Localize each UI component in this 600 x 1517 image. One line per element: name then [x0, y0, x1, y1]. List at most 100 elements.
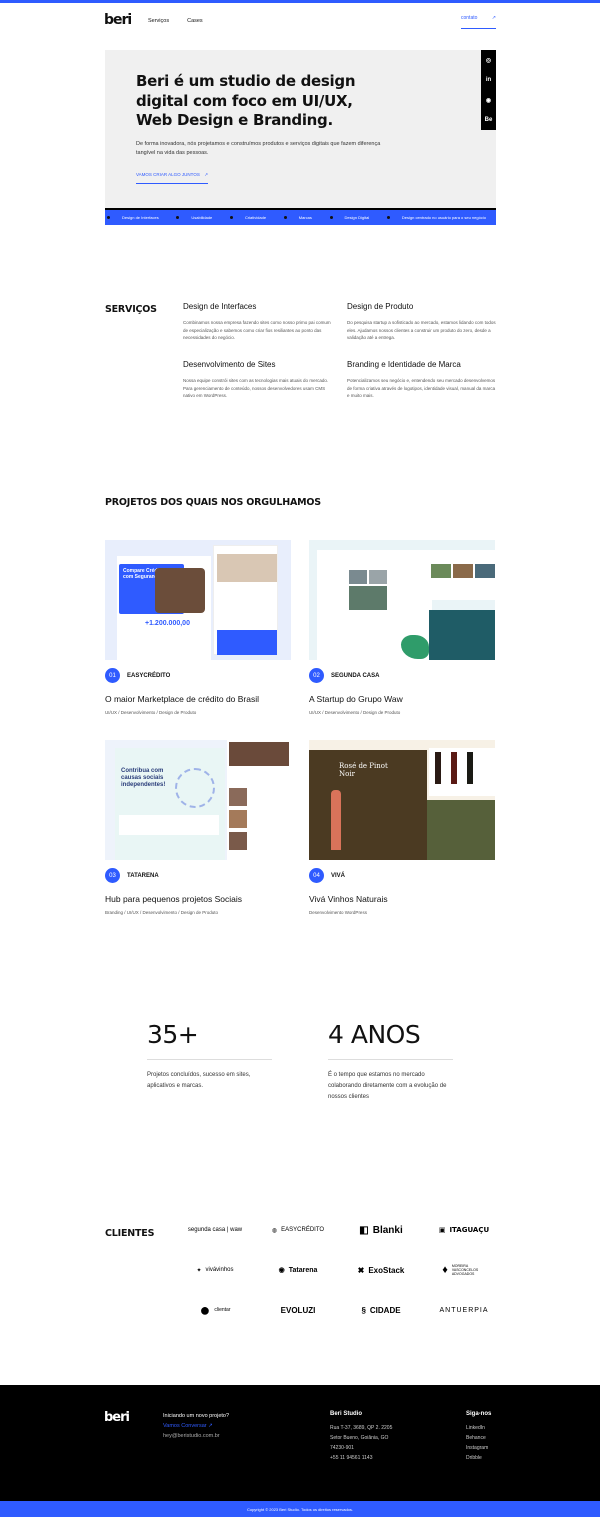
client-logo: ◉ Tatarena: [278, 1266, 318, 1275]
divider: [147, 1059, 272, 1060]
hero-section: Beri é um studio de design digital com f…: [105, 50, 496, 210]
stat-value: 35+: [147, 1020, 199, 1049]
project-name: TATARENA: [127, 873, 159, 879]
easycredito-icon: ◍: [271, 1227, 278, 1234]
client-logo: ◧ Blanki: [359, 1224, 403, 1236]
project-tags: UI/UX / Desenvolvimento / Design de Prod…: [309, 710, 401, 715]
bullet-icon: [107, 216, 110, 220]
clientar-icon: ●: [199, 1299, 211, 1320]
project-card[interactable]: Compare Crédito com Segurança +1.200.000…: [105, 540, 291, 715]
services-ticker: Design de Interfaces Usabilidade Criativ…: [105, 208, 496, 225]
client-logo: ♦ MOREIRA VASCONCELOS ADVOGADOS: [442, 1264, 479, 1276]
stat-value: 4 ANOS: [328, 1020, 421, 1049]
project-image: [309, 540, 495, 660]
project-card[interactable]: 02 SEGUNDA CASA A Startup do Grupo Waw U…: [309, 540, 495, 715]
client-logo: § CIDADE: [361, 1305, 401, 1315]
footer: beri Iniciando um novo projeto? Vamos Co…: [0, 1385, 600, 1501]
moreira-icon: ♦: [442, 1264, 448, 1276]
ticker-item: Design Digital: [329, 215, 369, 220]
footer-instagram-link[interactable]: Instagram: [466, 1443, 491, 1453]
service-item: Design de Produto Do pesquisa startup a …: [347, 302, 497, 342]
projects-title: PROJETOS DOS QUAIS NOS ORGULHAMOS: [105, 497, 321, 508]
client-logo: segunda casa | waw: [187, 1227, 243, 1233]
hero-title: Beri é um studio de design digital com f…: [136, 72, 356, 129]
ticker-item: Criatividade: [229, 215, 266, 220]
address-line: Setor Bueno, Goiânia, GO: [330, 1435, 389, 1441]
client-logo: EVOLUZI: [280, 1305, 316, 1315]
address-line: Rua T-37, 3689, QP 2. 2205: [330, 1425, 393, 1431]
dribbble-icon[interactable]: ◉: [486, 97, 491, 104]
behance-icon[interactable]: Be: [485, 117, 493, 123]
project-card[interactable]: Contribua com causas sociais independent…: [105, 740, 291, 915]
clients-title: CLIENTES: [105, 1228, 155, 1239]
project-number: 02: [309, 668, 324, 683]
project-number: 03: [105, 868, 120, 883]
address-line: 74230-901: [330, 1445, 354, 1451]
bullet-icon: [386, 216, 390, 220]
project-number: 01: [105, 668, 120, 683]
contact-label: contato: [461, 15, 478, 21]
project-title: A Startup do Grupo Waw: [309, 694, 403, 704]
linkedin-icon[interactable]: in: [486, 77, 491, 83]
service-item: Design de Interfaces Combinamos nossa em…: [183, 302, 333, 342]
project-tags: Branding / UI/UX / Desenvolvimento / Des…: [105, 910, 219, 915]
stat-block: 4 ANOS É o tempo que estamos no mercado …: [328, 1020, 453, 1103]
project-image-text: Contribua com causas sociais independent…: [121, 768, 166, 788]
nav-servicos[interactable]: Serviços: [148, 18, 169, 24]
exostack-icon: ✖: [357, 1265, 365, 1275]
itaguacu-icon: ▣: [438, 1226, 446, 1234]
instagram-icon[interactable]: ◎: [486, 57, 491, 64]
copyright-text: Copyright © 2023 Beri Studio. Todos os d…: [246, 1506, 354, 1512]
footer-behance-link[interactable]: Behance: [466, 1433, 491, 1443]
client-logo: ▣ ITAGUAÇU: [438, 1226, 490, 1234]
service-title: Desenvolvimento de Sites: [183, 360, 276, 369]
divider: [328, 1059, 453, 1060]
bullet-icon: [229, 216, 233, 220]
footer-logo[interactable]: beri: [104, 1410, 130, 1425]
ticker-item: Design de Interfaces: [107, 215, 159, 220]
project-image: Contribua com causas sociais independent…: [105, 740, 291, 860]
viva-icon: ✦: [196, 1267, 202, 1274]
service-item: Branding e Identidade de Marca Potencial…: [347, 360, 497, 400]
project-number: 04: [309, 868, 324, 883]
stat-text: Projetos concluídos, sucesso em sites, a…: [147, 1072, 251, 1089]
logo[interactable]: beri: [104, 12, 132, 28]
service-title: Branding e Identidade de Marca: [347, 360, 461, 369]
project-image: Rosé de Pinot Noir: [309, 740, 495, 860]
hero-cta-link[interactable]: VAMOS CRIAR ALGO JUNTOS ↗: [136, 172, 208, 184]
project-card[interactable]: Rosé de Pinot Noir 04 VIVÁ Vivá Vinhos N…: [309, 740, 495, 915]
contact-link[interactable]: contato ↗: [461, 15, 496, 29]
project-title: O maior Marketplace de crédito do Brasil: [105, 694, 260, 704]
service-text: Potencializamos seu negócio e, entendend…: [347, 378, 496, 398]
footer-linkedin-link[interactable]: LinkedIn: [466, 1423, 491, 1433]
footer-email[interactable]: hey@beristudio.com.br: [163, 1431, 229, 1441]
project-name: EASYCRÉDITO: [127, 673, 171, 679]
project-image-value: +1.200.000,00: [145, 620, 190, 627]
nav-cases[interactable]: Cases: [187, 18, 203, 24]
stat-block: 35+ Projetos concluídos, sucesso em site…: [147, 1020, 272, 1092]
project-title: Hub para pequenos projetos Sociais: [105, 894, 243, 904]
top-accent-bar: [0, 0, 600, 3]
project-tags: UI/UX / Desenvolvimento / Design de Prod…: [105, 710, 197, 715]
footer-dribbble-link[interactable]: Dribble: [466, 1453, 491, 1463]
hero-cta-label: VAMOS CRIAR ALGO JUNTOS: [136, 172, 200, 177]
footer-cta-link[interactable]: Vamos Conversar ↗: [163, 1421, 229, 1431]
bullet-icon: [176, 216, 180, 220]
project-name: VIVÁ: [331, 873, 346, 879]
services-title: SERVIÇOS: [105, 304, 157, 315]
arrow-up-right-icon: ↗: [491, 15, 496, 21]
client-logo: ✦ vivávinhos: [196, 1267, 234, 1274]
footer-address: Beri Studio Rua T-37, 3689, QP 2. 2205 S…: [330, 1411, 392, 1463]
bullet-icon: [283, 216, 287, 220]
tatarena-icon: ◉: [278, 1267, 285, 1274]
service-item: Desenvolvimento de Sites Nossa equipe co…: [183, 360, 333, 400]
client-logo: ● clientar: [199, 1299, 231, 1320]
footer-studio-title: Beri Studio: [330, 1411, 363, 1417]
shopping-cidade-icon: §: [361, 1305, 366, 1315]
project-image: Compare Crédito com Segurança +1.200.000…: [105, 540, 291, 660]
footer-cta: Iniciando um novo projeto? Vamos Convers…: [163, 1411, 229, 1441]
ticker-item: Usabilidade: [176, 215, 212, 220]
project-name: SEGUNDA CASA: [331, 673, 380, 679]
blanki-icon: ◧: [359, 1224, 369, 1236]
phone[interactable]: +55 11 94561 1143: [330, 1453, 392, 1463]
